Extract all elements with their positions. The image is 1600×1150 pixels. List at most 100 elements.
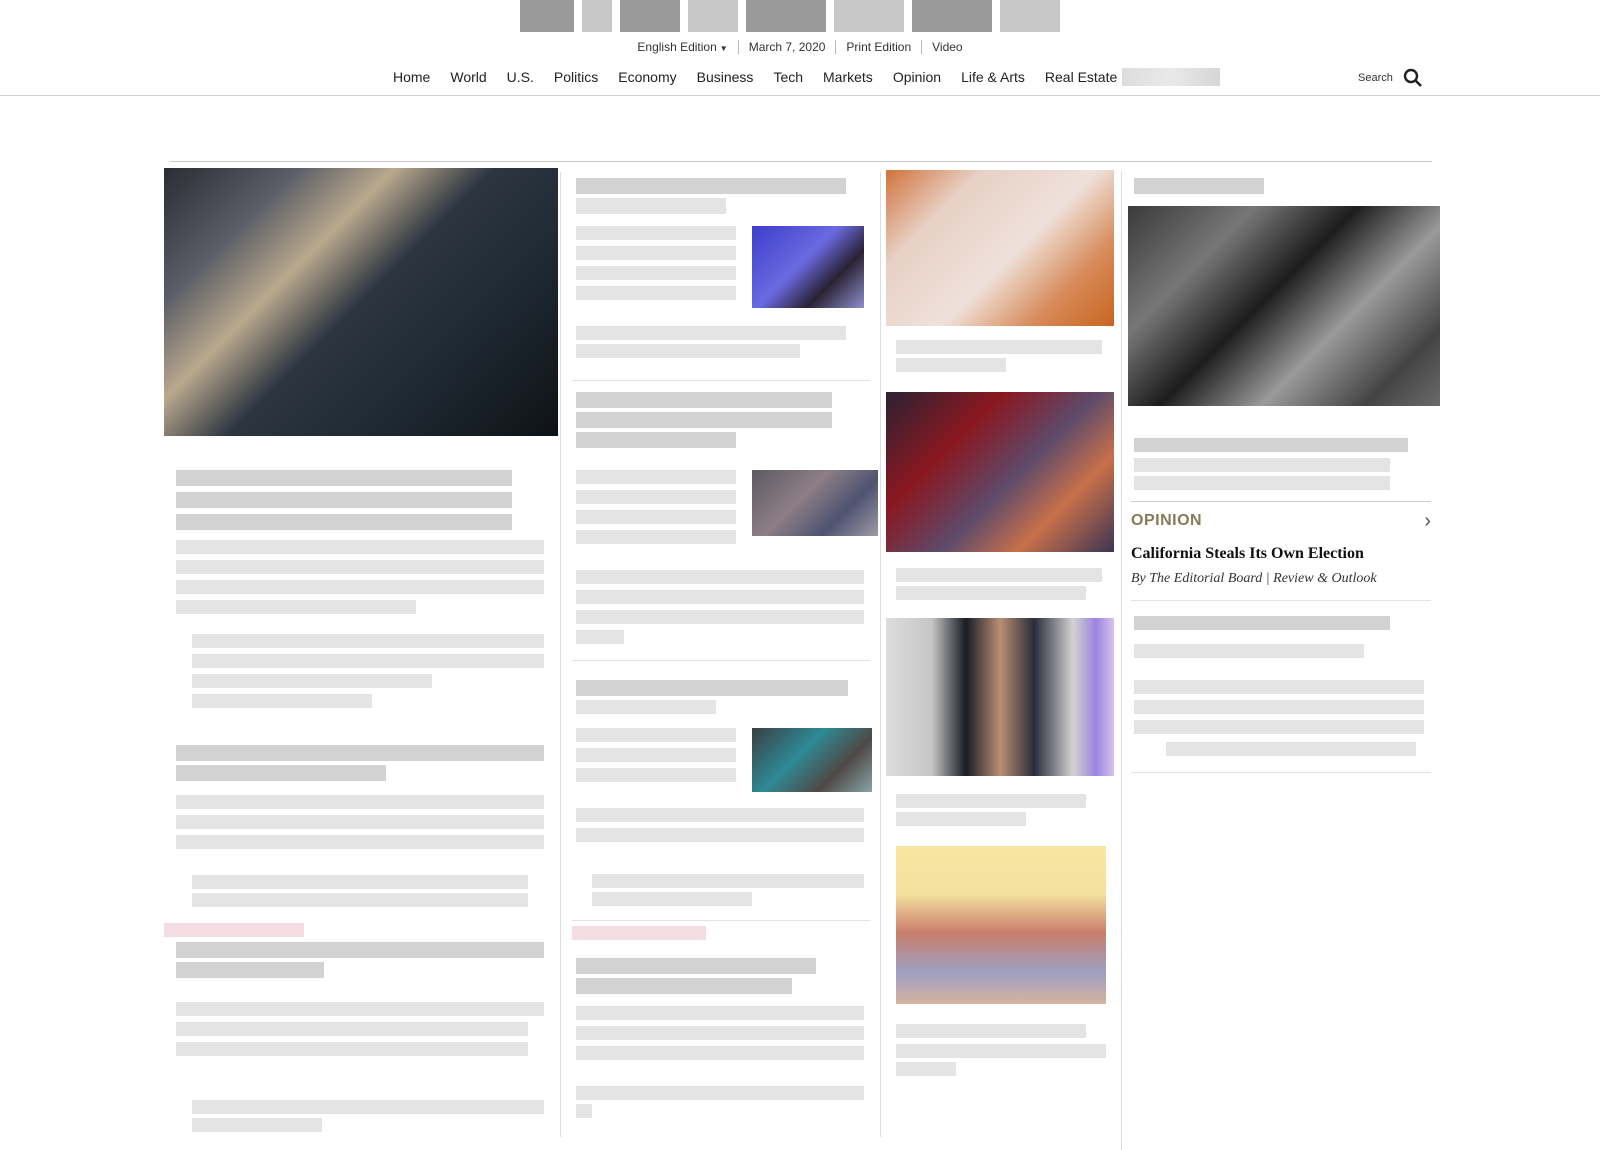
nav-item-u-s[interactable]: U.S. — [497, 68, 544, 86]
story-image[interactable] — [896, 846, 1106, 1004]
chevron-right-icon[interactable]: › — [1424, 511, 1431, 531]
story-divider — [1131, 600, 1431, 601]
masthead-logo[interactable] — [520, 0, 1080, 32]
story-headline[interactable] — [576, 412, 832, 428]
related-link[interactable] — [192, 674, 432, 688]
related-link[interactable] — [576, 610, 864, 624]
lead-summary — [176, 600, 416, 614]
story-headline[interactable] — [176, 745, 544, 761]
story-image[interactable] — [886, 392, 1114, 552]
nav-item-world[interactable]: World — [440, 68, 496, 86]
story-headline[interactable] — [176, 962, 324, 978]
story-headline[interactable] — [576, 958, 816, 974]
story-thumbnail[interactable] — [752, 226, 864, 308]
story-summary — [576, 748, 736, 762]
print-edition-link[interactable]: Print Edition — [835, 40, 921, 54]
story-headline[interactable] — [576, 700, 716, 714]
story-image[interactable] — [886, 618, 1114, 776]
story-summary — [576, 768, 736, 782]
related-link[interactable] — [592, 892, 752, 906]
main-nav: Home World U.S. Politics Economy Business Tech… — [0, 68, 1600, 96]
related-link[interactable] — [576, 570, 864, 584]
opinion-header[interactable]: OPINION › — [1131, 511, 1431, 531]
related-link[interactable] — [192, 694, 372, 708]
related-link[interactable] — [192, 875, 528, 889]
story-headline[interactable] — [896, 586, 1086, 600]
nav-item-politics[interactable]: Politics — [544, 68, 608, 86]
story-headline[interactable] — [576, 978, 792, 994]
story-thumbnail[interactable] — [752, 728, 872, 792]
story-headline[interactable] — [896, 812, 1026, 826]
lead-summary — [176, 560, 544, 574]
story-headline[interactable] — [576, 198, 726, 214]
nav-item-markets[interactable]: Markets — [813, 68, 883, 86]
story-thumbnail[interactable] — [752, 470, 878, 536]
nav-item-blurred[interactable] — [1122, 68, 1220, 86]
story-headline[interactable] — [1134, 438, 1408, 452]
story-summary — [576, 226, 736, 240]
search-icon — [1403, 68, 1422, 87]
related-link[interactable] — [192, 1100, 544, 1114]
story-headline[interactable] — [896, 340, 1102, 354]
nav-item-real-estate[interactable]: Real Estate — [1035, 68, 1127, 86]
nav-item-economy[interactable]: Economy — [608, 68, 686, 86]
nav-item-business[interactable]: Business — [687, 68, 764, 86]
story-headline[interactable] — [176, 942, 544, 958]
story-image[interactable] — [1128, 206, 1440, 406]
opinion-headline[interactable]: California Steals Its Own Election — [1131, 545, 1364, 563]
story-headline[interactable] — [576, 178, 846, 194]
column-divider — [560, 172, 561, 1137]
nav-item-opinion[interactable]: Opinion — [883, 68, 951, 86]
story-summary — [1134, 720, 1424, 734]
story-summary — [576, 470, 736, 484]
lead-headline[interactable] — [176, 470, 512, 486]
story-image[interactable] — [886, 170, 1114, 326]
opinion-label: OPINION — [1131, 512, 1203, 529]
lead-headline[interactable] — [176, 514, 512, 530]
story-headline[interactable] — [576, 432, 736, 448]
nav-item-tech[interactable]: Tech — [763, 68, 813, 86]
nav-item-life-arts[interactable]: Life & Arts — [951, 68, 1035, 86]
story-summary — [576, 510, 736, 524]
story-headline[interactable] — [896, 794, 1086, 808]
story-headline[interactable] — [1134, 476, 1390, 490]
story-summary — [576, 728, 736, 742]
story-headline[interactable] — [1134, 644, 1364, 658]
story-headline[interactable] — [576, 392, 832, 408]
opinion-byline: By The Editorial Board | Review & Outloo… — [1131, 571, 1377, 586]
story-summary — [1134, 680, 1424, 694]
story-divider — [1131, 772, 1431, 773]
story-headline[interactable] — [176, 765, 386, 781]
related-link[interactable] — [576, 590, 864, 604]
related-link[interactable] — [192, 1118, 322, 1132]
related-link[interactable] — [576, 630, 624, 644]
edition-selector[interactable]: English Edition ▼ — [627, 40, 737, 56]
story-summary — [176, 1022, 528, 1036]
related-link[interactable] — [592, 874, 864, 888]
search-label: Search — [1358, 72, 1393, 84]
story-headline[interactable] — [1134, 458, 1390, 472]
lead-headline[interactable] — [176, 492, 512, 508]
search-button[interactable]: Search — [1358, 68, 1423, 88]
nav-item-home[interactable]: Home — [383, 68, 440, 86]
story-summary — [176, 795, 544, 809]
story-summary — [576, 246, 736, 260]
story-headline[interactable] — [896, 1062, 956, 1076]
story-headline[interactable] — [576, 680, 848, 696]
related-link[interactable] — [576, 344, 800, 358]
related-link[interactable] — [576, 326, 846, 340]
lead-story-image[interactable] — [164, 168, 558, 436]
story-headline[interactable] — [1134, 616, 1390, 630]
story-tag — [572, 926, 706, 940]
story-summary — [576, 808, 864, 822]
related-link[interactable] — [192, 654, 544, 668]
story-headline[interactable] — [896, 358, 1006, 372]
story-headline[interactable] — [896, 568, 1102, 582]
video-link[interactable]: Video — [921, 40, 972, 54]
story-headline[interactable] — [896, 1044, 1106, 1058]
story-summary — [176, 835, 544, 849]
story-headline[interactable] — [896, 1024, 1086, 1038]
story-headline[interactable] — [1134, 178, 1264, 194]
related-link[interactable] — [192, 893, 528, 907]
related-link[interactable] — [192, 634, 544, 648]
